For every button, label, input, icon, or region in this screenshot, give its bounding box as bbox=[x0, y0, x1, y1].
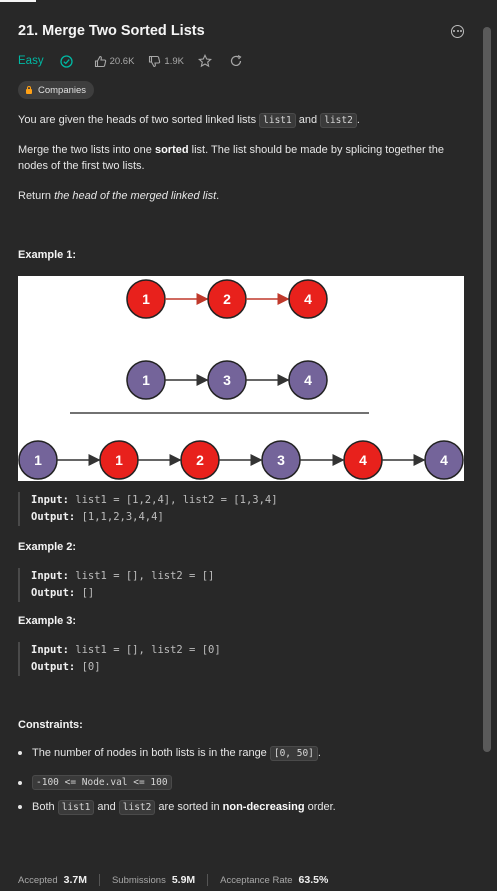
example-3-block: Input: list1 = [], list2 = [0] Output: [… bbox=[18, 642, 464, 676]
constraint-item: Both list1 and list2 are sorted in non-d… bbox=[18, 800, 464, 815]
solved-check-icon bbox=[59, 54, 76, 68]
problem-meta: Easy 20.6K 1.9K bbox=[18, 53, 260, 69]
accepted-value: 3.7M bbox=[63, 874, 87, 886]
difficulty-badge: Easy bbox=[18, 55, 44, 67]
companies-label: Companies bbox=[38, 84, 87, 96]
input-value: list1 = [1,2,4], list2 = [1,3,4] bbox=[75, 494, 278, 506]
node-value: 4 bbox=[304, 372, 312, 388]
description-paragraph-1: You are given the heads of two sorted li… bbox=[18, 112, 464, 129]
desc-text: Merge the two lists into one bbox=[18, 144, 155, 156]
node-value: 3 bbox=[223, 372, 231, 388]
constraint-text: and bbox=[94, 801, 119, 813]
output-value: [1,1,2,3,4,4] bbox=[81, 511, 164, 523]
like-button[interactable]: 20.6K bbox=[94, 55, 135, 68]
node-value: 4 bbox=[359, 452, 367, 468]
constraint-code: [0, 50] bbox=[269, 746, 318, 761]
bullet-dot bbox=[18, 805, 22, 809]
example-1-diagram: 1 2 4 1 3 4 1 1 2 3 4 4 bbox=[18, 276, 464, 481]
description-paragraph-2: Merge the two lists into one sorted list… bbox=[18, 142, 464, 174]
accepted-label: Accepted bbox=[18, 874, 58, 886]
companies-tag[interactable]: Companies bbox=[18, 81, 95, 99]
refresh-share-icon[interactable] bbox=[229, 54, 246, 68]
example-1-title: Example 1: bbox=[18, 249, 77, 261]
input-label: Input: bbox=[31, 494, 69, 506]
node-value: 1 bbox=[142, 372, 150, 388]
constraint-code: list2 bbox=[118, 800, 156, 815]
stats-footer: Accepted 3.7M Submissions 5.9M Acceptanc… bbox=[18, 874, 328, 886]
constraint-text: The number of nodes in both lists is in … bbox=[32, 747, 270, 759]
constraint-item: -100 <= Node.val <= 100 bbox=[18, 775, 464, 790]
linked-list-diagram: 1 2 4 1 3 4 1 1 2 3 4 4 bbox=[18, 279, 464, 480]
desc-text: Return bbox=[18, 190, 55, 202]
constraints-title: Constraints: bbox=[18, 719, 83, 731]
example-2-title: Example 2: bbox=[18, 541, 77, 553]
code-list2: list2 bbox=[320, 113, 357, 128]
example-1-block: Input: list1 = [1,2,4], list2 = [1,3,4] … bbox=[18, 492, 464, 526]
divider bbox=[98, 874, 100, 886]
node-value: 1 bbox=[115, 452, 123, 468]
constraint-text: are sorted in bbox=[155, 801, 223, 813]
favorite-star-icon[interactable] bbox=[197, 54, 215, 68]
constraint-text: . bbox=[317, 747, 321, 759]
node-value: 2 bbox=[223, 291, 231, 307]
constraint-text: order. bbox=[304, 801, 336, 813]
more-options-icon[interactable] bbox=[451, 24, 464, 38]
thumbs-down-icon bbox=[149, 55, 161, 67]
output-label: Output: bbox=[31, 587, 76, 599]
constraint-code: list1 bbox=[57, 800, 95, 815]
problem-title[interactable]: 21. Merge Two Sorted Lists bbox=[18, 23, 205, 39]
example-2-block: Input: list1 = [], list2 = [] Output: [] bbox=[18, 568, 464, 602]
example-3-title: Example 3: bbox=[18, 615, 77, 627]
description-paragraph-3: Return the head of the merged linked lis… bbox=[18, 188, 464, 204]
header: 21. Merge Two Sorted Lists bbox=[18, 23, 464, 39]
bullet-dot bbox=[18, 751, 22, 755]
node-value: 1 bbox=[142, 291, 150, 307]
code-list1: list1 bbox=[259, 113, 296, 128]
submissions-value: 5.9M bbox=[171, 874, 196, 886]
like-count: 20.6K bbox=[109, 55, 135, 67]
divider bbox=[207, 874, 209, 886]
output-value: [] bbox=[81, 587, 95, 599]
node-value: 1 bbox=[34, 452, 42, 468]
constraint-item: The number of nodes in both lists is in … bbox=[18, 746, 464, 761]
node-value: 3 bbox=[277, 452, 285, 468]
output-label: Output: bbox=[31, 661, 76, 673]
dislike-button[interactable]: 1.9K bbox=[148, 55, 184, 68]
scrollbar[interactable] bbox=[483, 27, 491, 752]
dislike-count: 1.9K bbox=[164, 55, 184, 67]
input-value: list1 = [], list2 = [] bbox=[75, 570, 215, 582]
desc-italic: the head of the merged linked list bbox=[54, 190, 217, 202]
node-value: 2 bbox=[196, 452, 204, 468]
constraint-text: Both bbox=[32, 801, 58, 813]
desc-text: . bbox=[356, 114, 360, 126]
thumbs-up-icon bbox=[94, 55, 106, 67]
desc-text: You are given the heads of two sorted li… bbox=[18, 114, 260, 126]
desc-text: . bbox=[216, 190, 220, 202]
node-value: 4 bbox=[440, 452, 448, 468]
output-value: [0] bbox=[81, 661, 101, 673]
constraint-code: -100 <= Node.val <= 100 bbox=[32, 775, 172, 790]
active-tab-indicator bbox=[0, 0, 36, 2]
node-value: 4 bbox=[304, 291, 312, 307]
lock-icon bbox=[26, 85, 32, 94]
output-label: Output: bbox=[31, 511, 76, 523]
constraint-bold: non-decreasing bbox=[222, 801, 305, 813]
input-label: Input: bbox=[31, 644, 69, 656]
input-label: Input: bbox=[31, 570, 69, 582]
acceptance-rate-label: Acceptance Rate bbox=[220, 874, 293, 886]
input-value: list1 = [], list2 = [0] bbox=[75, 644, 221, 656]
bullet-dot bbox=[18, 780, 22, 785]
submissions-label: Submissions bbox=[111, 874, 166, 886]
desc-bold: sorted bbox=[154, 144, 189, 156]
desc-text: and bbox=[295, 114, 321, 126]
acceptance-rate-value: 63.5% bbox=[298, 874, 329, 886]
